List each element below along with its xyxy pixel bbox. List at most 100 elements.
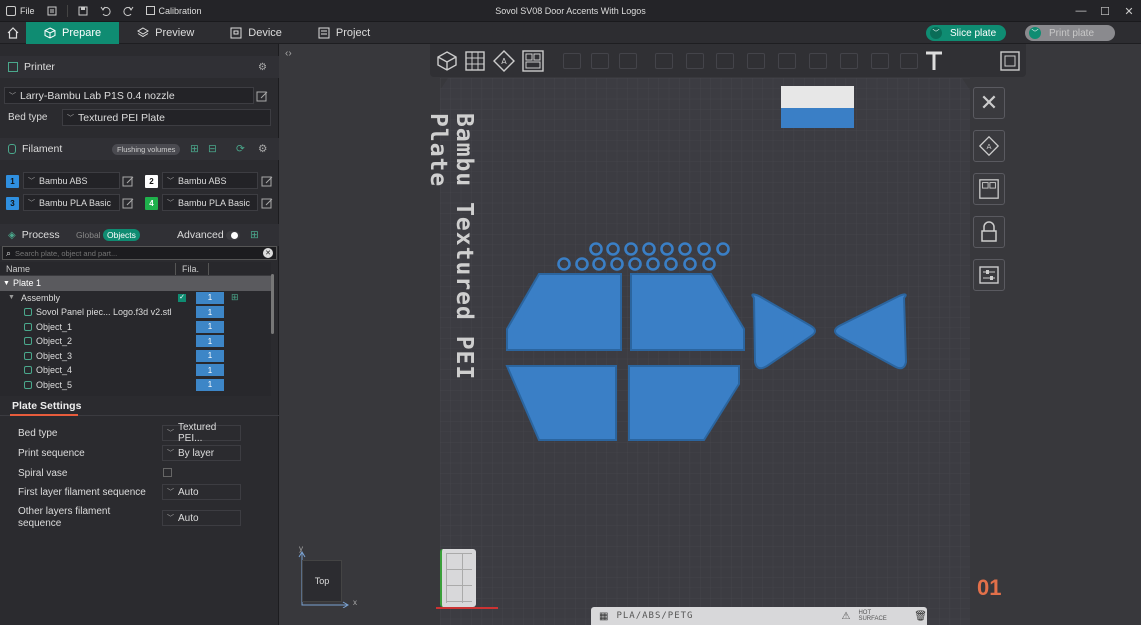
filament-select-1[interactable]: ﹀ Bambu ABS [23, 172, 120, 189]
peg-ring[interactable] [678, 242, 692, 256]
print-sequence-select[interactable]: ﹀ By layer [162, 445, 241, 461]
peg-ring[interactable] [660, 242, 674, 256]
bed-type-select[interactable]: ﹀ Textured PEI Plate [62, 109, 271, 126]
trash-icon[interactable]: 🗑 [914, 611, 927, 622]
edit-filament-icon[interactable] [122, 197, 134, 209]
measure-icon[interactable] [998, 49, 1022, 73]
first-layer-select[interactable]: ﹀ Auto [162, 484, 241, 500]
minimize-icon[interactable]: — [1069, 0, 1093, 22]
add-filament-icon[interactable]: ⊞ [190, 143, 199, 155]
object-row[interactable]: Object_5 1 [0, 378, 271, 393]
edit-filament-icon[interactable] [261, 197, 273, 209]
fila-cell[interactable]: 1 [196, 364, 224, 377]
global-toggle[interactable]: Global [76, 230, 101, 240]
clear-search-icon[interactable]: ✕ [263, 248, 273, 258]
save-icon[interactable] [72, 0, 94, 22]
model-parts[interactable] [499, 234, 919, 454]
close-window-icon[interactable]: ✕ [1117, 0, 1141, 22]
peg-ring[interactable] [664, 257, 678, 271]
filament-settings-icon[interactable]: ⚙ [258, 143, 267, 155]
process-settings-icon[interactable]: ⊞ [250, 229, 259, 241]
collapse-icon[interactable]: ▼ [3, 280, 10, 287]
object-row[interactable]: Object_3 1 [0, 349, 271, 364]
search-input[interactable] [15, 248, 256, 258]
collapse-sidebar-icon[interactable]: ‹› [285, 48, 292, 59]
settings-button[interactable] [973, 259, 1005, 291]
object-row[interactable]: Object_4 1 [0, 363, 271, 378]
filament-slot-2[interactable]: 2 [145, 175, 158, 188]
remove-filament-icon[interactable]: ⊟ [208, 143, 217, 155]
search-bar[interactable]: ⌕ ✕ [2, 246, 277, 260]
other-layers-select[interactable]: ﹀ Auto [162, 510, 241, 526]
peg-ring[interactable] [697, 242, 711, 256]
tab-preview[interactable]: Preview [119, 22, 212, 44]
tab-device[interactable]: Device [212, 22, 300, 44]
filament-slot-3[interactable]: 3 [6, 197, 19, 210]
peg-ring[interactable] [624, 242, 638, 256]
home-icon[interactable] [0, 22, 26, 44]
fila-cell[interactable]: 1 [196, 335, 224, 348]
mini-preview[interactable] [440, 549, 476, 607]
fila-cell[interactable]: 1 [196, 349, 224, 362]
sync-filament-icon[interactable]: ⟳ [236, 143, 245, 155]
peg-ring[interactable] [628, 257, 642, 271]
fila-cell[interactable]: 1 [196, 306, 224, 319]
peg-ring[interactable] [589, 242, 603, 256]
arrange-icon[interactable] [521, 49, 545, 73]
auto-orient-icon[interactable]: A [492, 49, 516, 73]
advanced-toggle[interactable] [226, 230, 240, 240]
view-cube[interactable]: Top [302, 560, 342, 602]
filament-select-2[interactable]: ﹀ Bambu ABS [162, 172, 258, 189]
ps-bed-type-select[interactable]: ﹀ Textured PEI... [162, 422, 241, 444]
lock-button[interactable] [973, 216, 1005, 248]
peg-ring[interactable] [592, 257, 606, 271]
peg-ring[interactable] [646, 257, 660, 271]
object-row[interactable]: Object_2 1 [0, 334, 271, 349]
plate-settings-tab[interactable]: Plate Settings [0, 396, 279, 416]
filament-slot-4[interactable]: 4 [145, 197, 158, 210]
peg-ring[interactable] [702, 257, 716, 271]
text-tool-icon[interactable] [922, 49, 946, 73]
print-plate-button[interactable]: ﹀ Print plate [1025, 25, 1115, 41]
spiral-vase-checkbox[interactable] [163, 468, 172, 477]
fila-cell[interactable]: 1 [196, 291, 224, 304]
plate-row[interactable]: ▼ Plate 1 [0, 276, 271, 291]
object-row[interactable]: Object_1 1 [0, 320, 271, 335]
peg-ring[interactable] [716, 242, 730, 256]
filament-slot-1[interactable]: 1 [6, 175, 19, 188]
flushing-volumes-button[interactable]: Flushing volumes [112, 143, 181, 155]
fila-cell[interactable]: 1 [196, 378, 224, 391]
peg-ring[interactable] [610, 257, 624, 271]
checkbox-icon[interactable]: ✓ [178, 293, 186, 302]
tree-scrollbar[interactable] [271, 274, 274, 334]
edit-filament-icon[interactable] [122, 175, 134, 187]
3d-viewport[interactable]: ‹› A Bambu Textured PEI Plate 01 ✕ A y x… [279, 44, 1141, 625]
printer-profile-select[interactable]: ﹀ Larry-Bambu Lab P1S 0.4 nozzle [4, 87, 254, 104]
maximize-icon[interactable]: ☐ [1093, 0, 1117, 22]
orient-button[interactable]: A [973, 130, 1005, 162]
collapse-icon[interactable]: ▼ [8, 294, 15, 301]
add-object-icon[interactable] [435, 49, 459, 73]
calibration-menu[interactable]: Calibration [140, 0, 208, 22]
redo-icon[interactable] [117, 0, 140, 22]
file-menu[interactable]: File [0, 0, 41, 22]
object-settings-icon[interactable]: ⊞ [231, 292, 239, 303]
slice-plate-button[interactable]: ﹀ Slice plate [926, 25, 1007, 41]
fila-cell[interactable]: 1 [196, 320, 224, 333]
undo-icon[interactable] [94, 0, 117, 22]
filament-select-3[interactable]: ﹀ Bambu PLA Basic [23, 194, 120, 211]
peg-ring[interactable] [557, 257, 571, 271]
assembly-row[interactable]: ▼ Assembly ✓ 1 ⊞ [0, 291, 271, 306]
peg-ring[interactable] [575, 257, 589, 271]
objects-toggle[interactable]: Objects [103, 229, 140, 241]
arrange-button[interactable] [973, 173, 1005, 205]
tab-prepare[interactable]: Prepare [26, 21, 120, 44]
tab-project[interactable]: Project [300, 22, 388, 44]
printer-settings-icon[interactable]: ⚙ [258, 62, 267, 73]
menu-icon[interactable] [41, 0, 63, 22]
peg-ring[interactable] [683, 257, 697, 271]
edit-filament-icon[interactable] [261, 175, 273, 187]
peg-ring[interactable] [606, 242, 620, 256]
edit-printer-icon[interactable] [256, 90, 268, 102]
peg-ring[interactable] [642, 242, 656, 256]
